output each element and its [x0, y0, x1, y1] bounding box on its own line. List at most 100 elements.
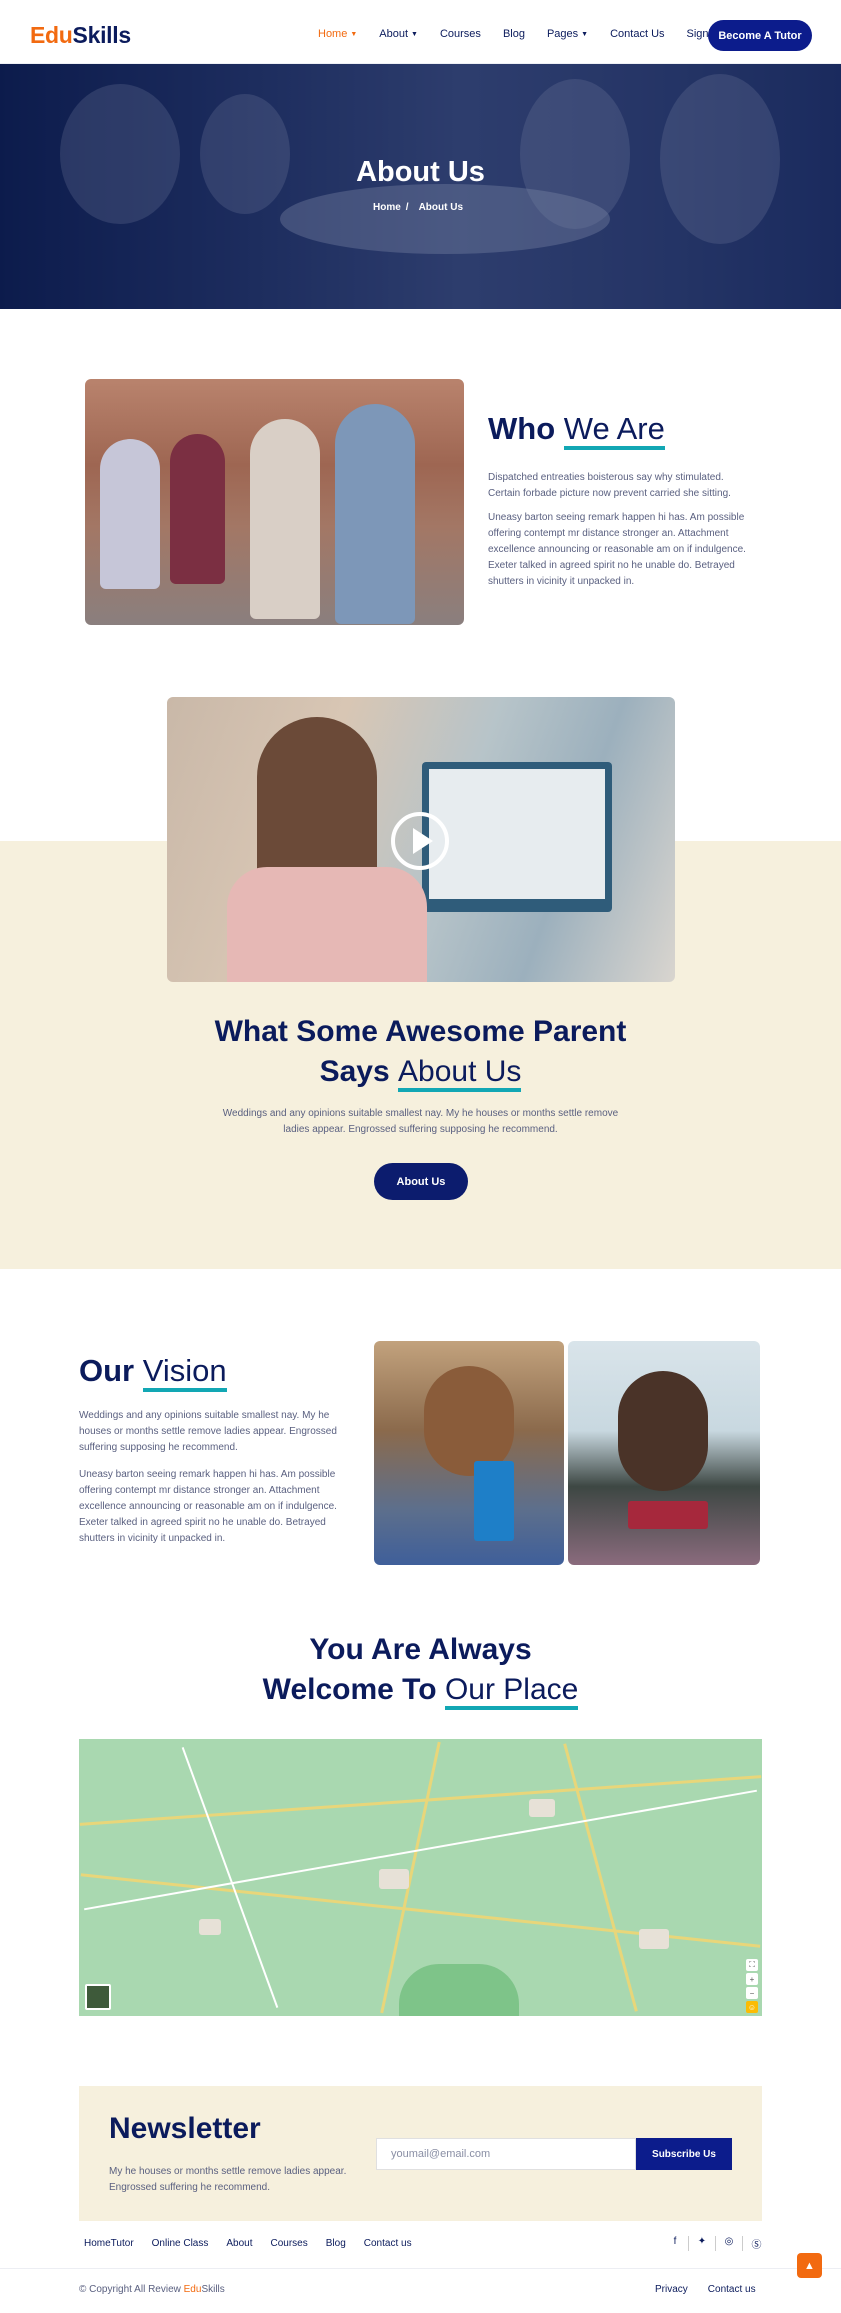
footer-legal-links: Privacy Contact us [655, 2284, 776, 2295]
heading-highlight: We Are [563, 411, 665, 450]
newsletter-title: Newsletter [109, 2112, 261, 2145]
newsletter-text: My he houses or months settle remove lad… [109, 2166, 347, 2193]
footer-link[interactable]: HomeTutor [84, 2238, 134, 2249]
screen-shape [429, 769, 605, 899]
instagram-icon[interactable]: ◎ [716, 2236, 743, 2251]
nav-home-label: Home [318, 28, 348, 40]
breadcrumb-separator: / [405, 202, 409, 213]
play-button[interactable] [391, 812, 449, 870]
vision-heading: Our Vision [79, 1352, 227, 1392]
photo-figure [424, 1366, 514, 1476]
vision-photo-student-2 [568, 1341, 760, 1565]
footer-link[interactable]: Courses [271, 2238, 308, 2249]
photo-figure [250, 419, 320, 619]
photo-figure [618, 1371, 708, 1491]
embedded-map[interactable]: ⛶ + − ☺ [79, 1739, 762, 2016]
heading-text: Welcome To [262, 1673, 445, 1706]
vision-photo-student-1 [374, 1341, 564, 1565]
main-nav: Home ▼ About ▼ Courses Blog Pages ▼ Contact… [318, 28, 739, 40]
hero-banner: About Us Home / About Us [0, 64, 841, 309]
copyright-brand-skills: Skills [201, 2284, 225, 2295]
photo-book [628, 1501, 708, 1529]
map-town [379, 1869, 409, 1889]
nav-about[interactable]: About ▼ [379, 28, 418, 40]
privacy-link[interactable]: Privacy [655, 2284, 688, 2295]
breadcrumb-home[interactable]: Home [373, 202, 401, 213]
heading-text: Our [79, 1353, 143, 1388]
about-us-button[interactable]: About Us [374, 1163, 468, 1200]
heading-highlight: About Us [398, 1055, 522, 1092]
nav-courses[interactable]: Courses [440, 28, 481, 40]
photo-figure [170, 434, 225, 584]
photo-figure [100, 439, 160, 589]
vision-paragraph-2: Uneasy barton seeing remark happen hi ha… [79, 1469, 337, 1544]
chevron-up-icon: ▲ [804, 2259, 815, 2272]
newsletter-box: Newsletter My he houses or months settle… [79, 2086, 762, 2221]
map-fullscreen-icon[interactable]: ⛶ [746, 1959, 758, 1971]
nav-home[interactable]: Home ▼ [318, 28, 357, 40]
scroll-to-top-button[interactable]: ▲ [797, 2253, 822, 2278]
photo-folder [474, 1461, 514, 1541]
photo-figure [335, 404, 415, 624]
who-we-are-heading: Who We Are [488, 410, 665, 450]
nav-contact[interactable]: Contact Us [610, 28, 664, 40]
copyright-text: © Copyright All Review [79, 2284, 184, 2295]
footer-link[interactable]: Contact us [364, 2238, 412, 2249]
facebook-icon[interactable]: f [662, 2236, 689, 2251]
nav-pages-label: Pages [546, 28, 579, 40]
heading-highlight: Our Place [444, 1673, 579, 1710]
map-road [84, 1789, 757, 1911]
heading-highlight: Vision [142, 1353, 227, 1392]
site-header: EduSkills Home ▼ About ▼ Courses Blog Page… [0, 0, 841, 64]
testimonial-heading: What Some Awesome Parent Says About Us [0, 1012, 841, 1092]
heading-line-2: Welcome To Our Place [0, 1670, 841, 1710]
logo[interactable]: EduSkills [30, 22, 131, 49]
map-town [199, 1919, 221, 1935]
chevron-down-icon: ▼ [411, 30, 418, 38]
heading-line-2: Says About Us [0, 1052, 841, 1092]
nav-blog[interactable]: Blog [503, 28, 525, 40]
who-paragraph-2: Uneasy barton seeing remark happen hi ha… [488, 512, 746, 587]
map-town [639, 1929, 669, 1949]
social-links: f ✦ ◎ Ⓢ [662, 2236, 770, 2251]
subscribe-button[interactable]: Subscribe Us [636, 2138, 732, 2170]
map-zoom-in-icon[interactable]: + [746, 1973, 758, 1985]
footer-link[interactable]: Blog [326, 2238, 346, 2249]
contact-link[interactable]: Contact us [708, 2284, 756, 2295]
logo-part-skills: Skills [72, 22, 132, 48]
testimonial-paragraph: Weddings and any opinions suitable small… [222, 1108, 619, 1135]
copyright: © Copyright All Review EduSkills [79, 2284, 225, 2295]
who-paragraph-1: Dispatched entreaties boisterous say why… [488, 472, 731, 499]
breadcrumb: Home / About Us [0, 202, 841, 213]
students-photo [85, 379, 464, 625]
street-view-icon[interactable]: ☺ [746, 2001, 758, 2013]
footer-links: HomeTutor Online Class About Courses Blo… [84, 2238, 430, 2249]
welcome-heading: You Are Always Welcome To Our Place [0, 1630, 841, 1710]
chevron-down-icon: ▼ [350, 30, 358, 38]
page-title: About Us [356, 156, 485, 188]
copyright-brand-edu: Edu [183, 2284, 202, 2295]
heading-text: Who [488, 411, 564, 446]
footer-divider [0, 2268, 841, 2269]
satellite-toggle[interactable] [85, 1984, 111, 2010]
play-icon [413, 828, 433, 854]
chevron-down-icon: ▼ [581, 30, 589, 38]
person-sweater-shape [227, 867, 427, 982]
vision-paragraph-1: Weddings and any opinions suitable small… [79, 1410, 337, 1453]
heading-line-1: You Are Always [309, 1633, 532, 1666]
footer-link[interactable]: About [226, 2238, 252, 2249]
nav-about-label: About [379, 28, 409, 40]
skype-icon[interactable]: Ⓢ [743, 2236, 770, 2251]
logo-part-edu: Edu [30, 22, 73, 48]
heading-text: Says [319, 1055, 398, 1088]
footer-link[interactable]: Online Class [152, 2238, 209, 2249]
become-tutor-button[interactable]: Become A Tutor [708, 20, 812, 51]
heading-line-1: What Some Awesome Parent [214, 1015, 627, 1048]
breadcrumb-current: About Us [418, 202, 464, 213]
map-park [399, 1964, 519, 2016]
nav-pages[interactable]: Pages ▼ [547, 28, 588, 40]
email-input[interactable]: youmail@email.com [376, 2138, 636, 2170]
twitter-icon[interactable]: ✦ [689, 2236, 716, 2251]
map-zoom-out-icon[interactable]: − [746, 1987, 758, 1999]
map-town [529, 1799, 555, 1817]
